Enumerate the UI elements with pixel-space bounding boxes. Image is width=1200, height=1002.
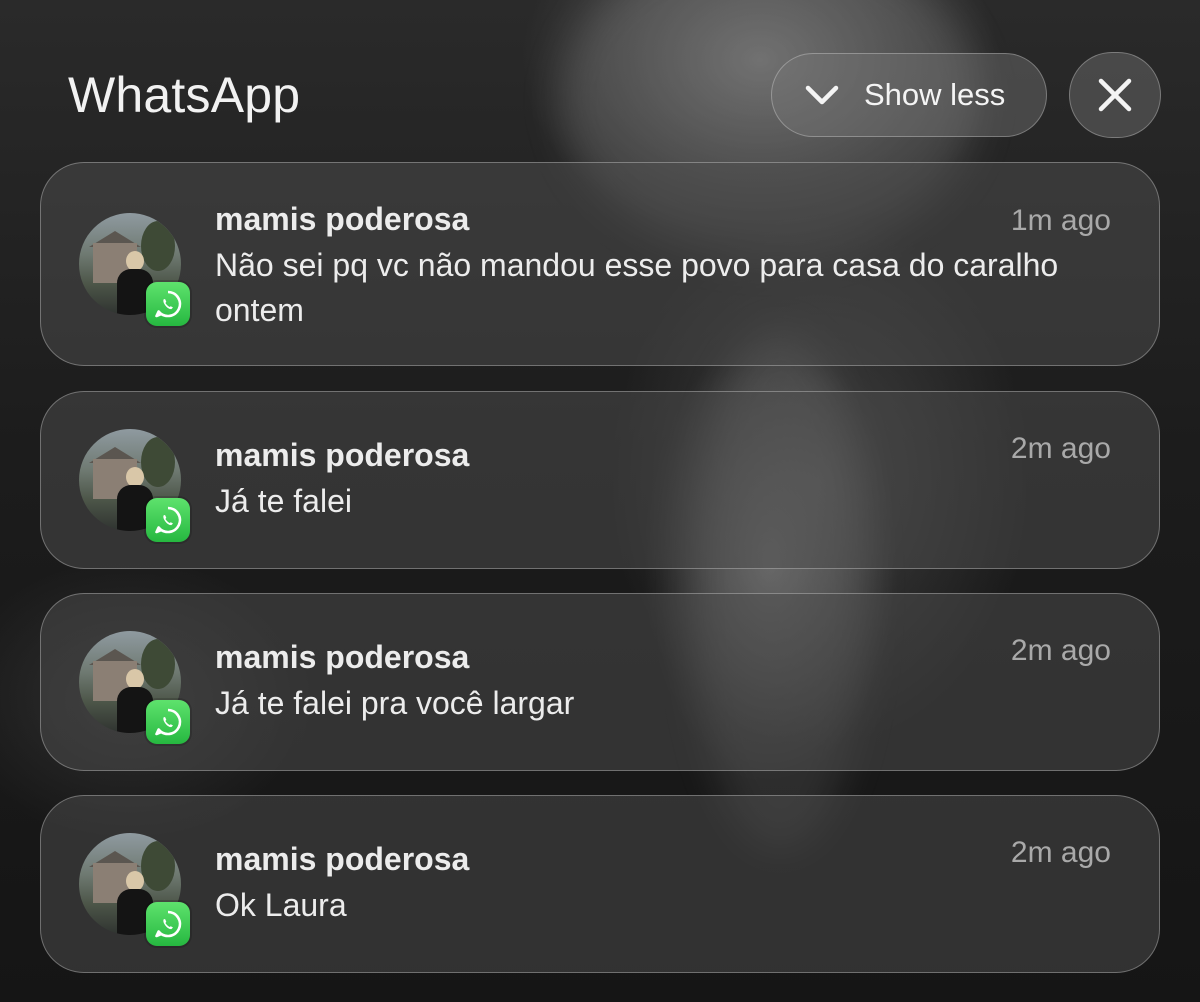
notification-time: 2m ago (1010, 836, 1111, 869)
whatsapp-icon (146, 282, 190, 326)
show-less-button[interactable]: Show less (771, 53, 1047, 137)
close-button[interactable] (1069, 52, 1161, 138)
whatsapp-icon (146, 700, 190, 744)
app-group-title: WhatsApp (68, 67, 301, 123)
sender-name: mamis poderosa (215, 639, 470, 675)
notification-card[interactable]: mamis poderosa 2m ago Já te falei pra vo… (40, 593, 1160, 771)
notification-message: Não sei pq vc não mandou esse povo para … (215, 247, 1059, 328)
notification-message: Já te falei (215, 483, 352, 519)
show-less-label: Show less (864, 77, 1006, 112)
notification-card[interactable]: mamis poderosa 2m ago Ok Laura (40, 795, 1160, 973)
notification-card[interactable]: mamis poderosa 1m ago Não sei pq vc não … (40, 162, 1160, 366)
notification-card[interactable]: mamis poderosa 2m ago Já te falei (40, 391, 1160, 569)
notification-time: 1m ago (1010, 204, 1111, 237)
notification-message: Ok Laura (215, 887, 347, 923)
sender-name: mamis poderosa (215, 437, 470, 473)
notification-time: 2m ago (1010, 634, 1111, 667)
sender-name: mamis poderosa (215, 201, 470, 237)
notification-time: 2m ago (1010, 432, 1111, 465)
notification-screen: WhatsApp Show less mamis poderosa 1m ago… (0, 0, 1200, 1002)
whatsapp-icon (146, 902, 190, 946)
notification-message: Já te falei pra você largar (215, 685, 575, 721)
chevron-down-icon (805, 85, 839, 105)
whatsapp-icon (146, 498, 190, 542)
sender-name: mamis poderosa (215, 841, 470, 877)
close-icon (1098, 78, 1132, 112)
